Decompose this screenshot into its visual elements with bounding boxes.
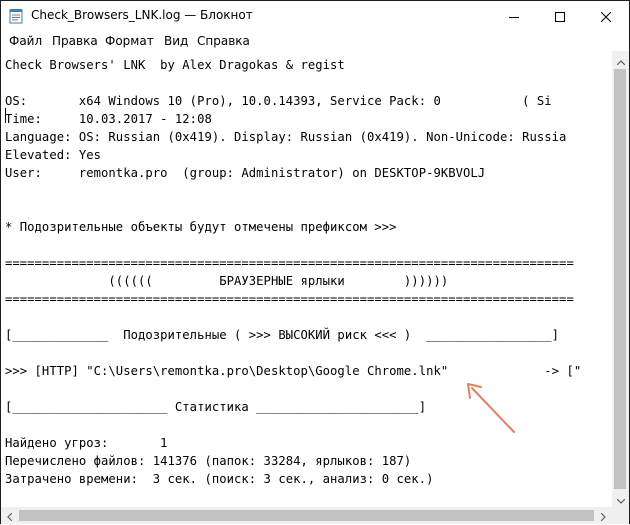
red-arrow-annotation-icon (467, 383, 515, 433)
text-line: Language: OS: Russian (0x419). Display: … (5, 130, 567, 144)
scroll-right-button[interactable] (595, 507, 612, 524)
text-line: Check Browsers' LNK by Alex Dragokas & r… (5, 58, 345, 72)
text-line: Найдено угроз: 1 (5, 436, 168, 450)
menu-help[interactable]: Справка (197, 34, 250, 48)
scroll-left-button[interactable] (1, 507, 18, 524)
title-bar[interactable]: Check_Browsers_LNK.log — Блокнот (1, 1, 629, 31)
text-line: ========================================… (5, 292, 574, 306)
scroll-down-arrow-icon (616, 489, 625, 508)
scroll-up-arrow-icon (616, 50, 625, 69)
horizontal-scroll-thumb[interactable] (19, 510, 594, 521)
text-line: OS: x64 Windows 10 (Pro), 10.0.14393, Se… (5, 94, 552, 108)
scroll-down-button[interactable] (612, 490, 629, 507)
scroll-left-arrow-icon (7, 506, 13, 525)
menu-file[interactable]: Файл (9, 34, 42, 48)
notepad-icon[interactable] (9, 8, 23, 24)
menu-view[interactable]: Вид (164, 34, 188, 48)
horizontal-scrollbar[interactable] (1, 507, 612, 524)
text-line: (((((( БРАУЗЕРНЫЕ ярлыки )))))) (5, 274, 449, 288)
menu-format[interactable]: Формат (105, 34, 154, 48)
scrollbar-corner (612, 507, 629, 524)
text-line: Затрачено времени: 3 сек. (поиск: 3 сек.… (5, 472, 434, 486)
menu-edit[interactable]: Правка (52, 34, 98, 48)
text-line: * Подозрительные объекты будут отмечены … (5, 220, 397, 234)
text-line: User: remontka.pro (group: Administrator… (5, 166, 486, 180)
vertical-scroll-thumb[interactable] (614, 69, 626, 489)
close-button[interactable] (583, 1, 629, 31)
scroll-up-button[interactable] (612, 51, 629, 68)
text-caret (5, 108, 6, 123)
notepad-window: Check_Browsers_LNK.log — Блокнот Файл Пр… (0, 0, 630, 524)
minimize-button[interactable] (491, 1, 537, 31)
text-line: Перечислено файлов: 141376 (папок: 33284… (5, 454, 412, 468)
text-line: ========================================… (5, 256, 574, 270)
text-line: [_____________ Подозрительные ( >>> ВЫСО… (5, 328, 560, 342)
menu-bar: Файл Правка Формат Вид Справка (1, 31, 629, 51)
text-line: Elevated: Yes (5, 148, 102, 162)
scroll-right-arrow-icon (600, 506, 606, 525)
vertical-scrollbar[interactable] (612, 51, 629, 507)
maximize-button[interactable] (537, 1, 583, 31)
maximize-icon (555, 7, 565, 26)
text-line: Time: 10.03.2017 - 12:08 (5, 112, 212, 126)
window-title: Check_Browsers_LNK.log — Блокнот (31, 8, 253, 22)
close-icon (600, 7, 612, 26)
text-line: [_____________________ Статистика ______… (5, 400, 427, 414)
minimize-icon (509, 7, 519, 26)
